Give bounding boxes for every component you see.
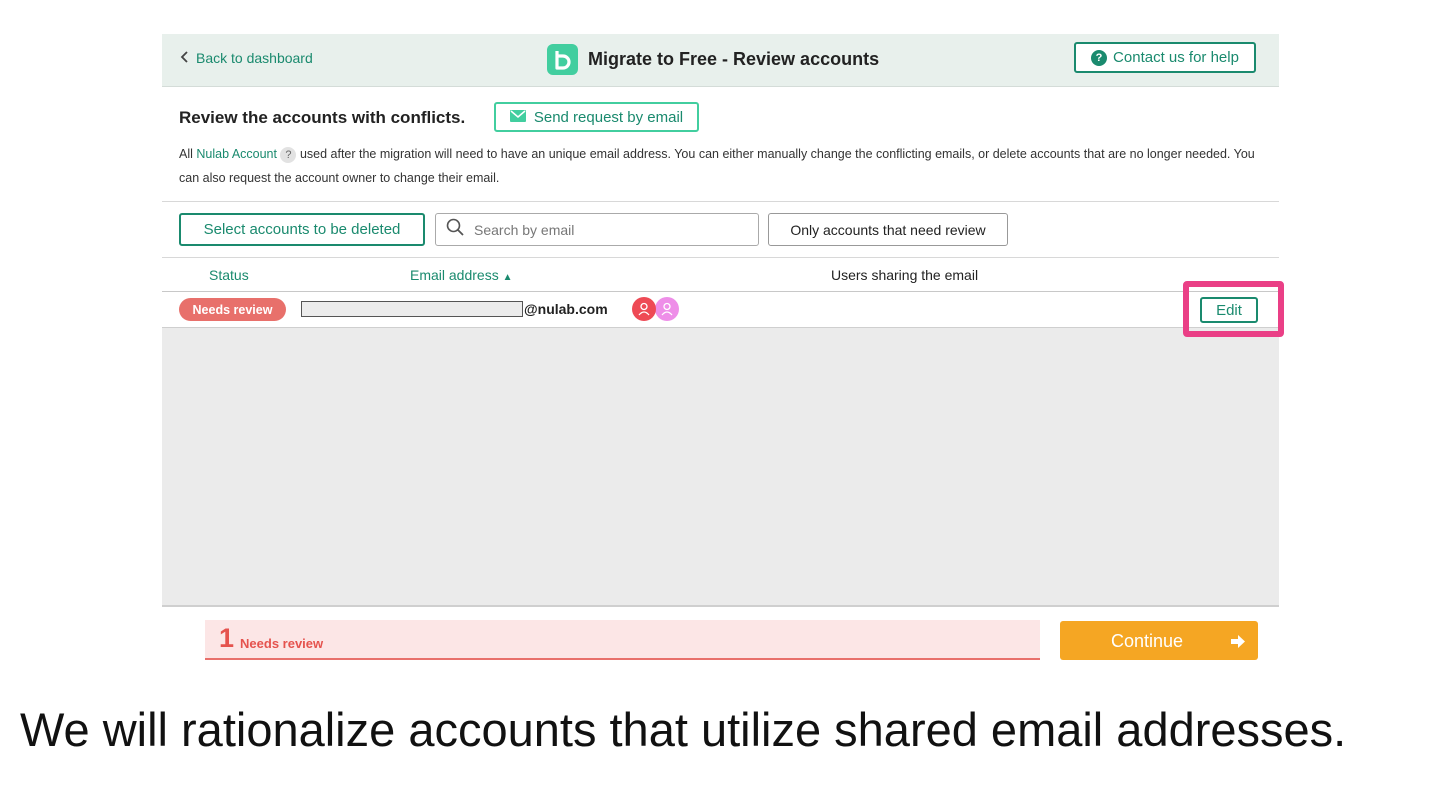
caption-text: We will rationalize accounts that utiliz… <box>20 703 1347 756</box>
user-icon <box>632 297 656 321</box>
desc-rest: used after the migration will need to ha… <box>179 147 1255 185</box>
review-description: All Nulab Account ? used after the migra… <box>179 142 1259 190</box>
search-icon <box>446 218 464 241</box>
column-header-email[interactable]: Email address ▲ <box>410 267 513 283</box>
chevron-left-icon <box>180 50 190 66</box>
title-group: Migrate to Free - Review accounts <box>547 44 879 75</box>
contact-help-label: Contact us for help <box>1113 49 1239 66</box>
column-header-status[interactable]: Status <box>209 267 249 283</box>
search-field[interactable] <box>435 213 759 246</box>
back-to-dashboard-link[interactable]: Back to dashboard <box>180 50 313 66</box>
divider <box>162 605 1279 607</box>
email-domain: @nulab.com <box>524 301 608 317</box>
column-header-email-label: Email address <box>410 267 499 283</box>
help-question-icon[interactable]: ? <box>280 146 297 163</box>
divider <box>162 201 1279 202</box>
needs-review-label: Needs review <box>240 636 324 651</box>
table-row: Needs review @nulab.com Edit <box>162 292 1279 327</box>
empty-table-area <box>162 328 1279 605</box>
question-circle-icon: ? <box>1091 49 1108 66</box>
envelope-icon <box>509 109 526 126</box>
column-header-users: Users sharing the email <box>831 267 979 283</box>
back-label: Back to dashboard <box>196 50 313 66</box>
continue-button[interactable]: Continue <box>1060 621 1258 660</box>
redacted-email-local-part <box>301 301 523 317</box>
review-heading: Review the accounts with conflicts. <box>179 108 466 127</box>
send-request-label: Send request by email <box>533 108 684 126</box>
desc-prefix: All <box>179 147 197 161</box>
filter-needs-review-button[interactable]: Only accounts that need review <box>768 213 1008 246</box>
select-accounts-delete-button[interactable]: Select accounts to be deleted <box>179 213 425 246</box>
edit-button[interactable]: Edit <box>1200 297 1258 323</box>
nulab-account-link[interactable]: Nulab Account <box>196 147 277 161</box>
user-icon <box>655 297 679 321</box>
divider <box>162 257 1279 258</box>
contact-help-button[interactable]: ? Contact us for help <box>1074 42 1256 73</box>
page-header: Back to dashboard Migrate to Free - Revi… <box>162 34 1279 87</box>
sort-ascending-icon: ▲ <box>502 272 513 283</box>
send-request-email-button[interactable]: Send request by email <box>494 102 699 132</box>
migration-panel: Back to dashboard Migrate to Free - Revi… <box>162 34 1279 668</box>
backlog-logo-icon <box>547 44 578 75</box>
page-title: Migrate to Free - Review accounts <box>588 49 880 69</box>
needs-review-count: 1 <box>219 623 235 653</box>
search-input[interactable] <box>472 220 736 239</box>
arrow-right-icon <box>1230 633 1246 648</box>
needs-review-summary: 1 Needs review <box>205 620 1040 660</box>
status-badge: Needs review <box>179 298 286 321</box>
continue-label: Continue <box>1111 631 1184 651</box>
